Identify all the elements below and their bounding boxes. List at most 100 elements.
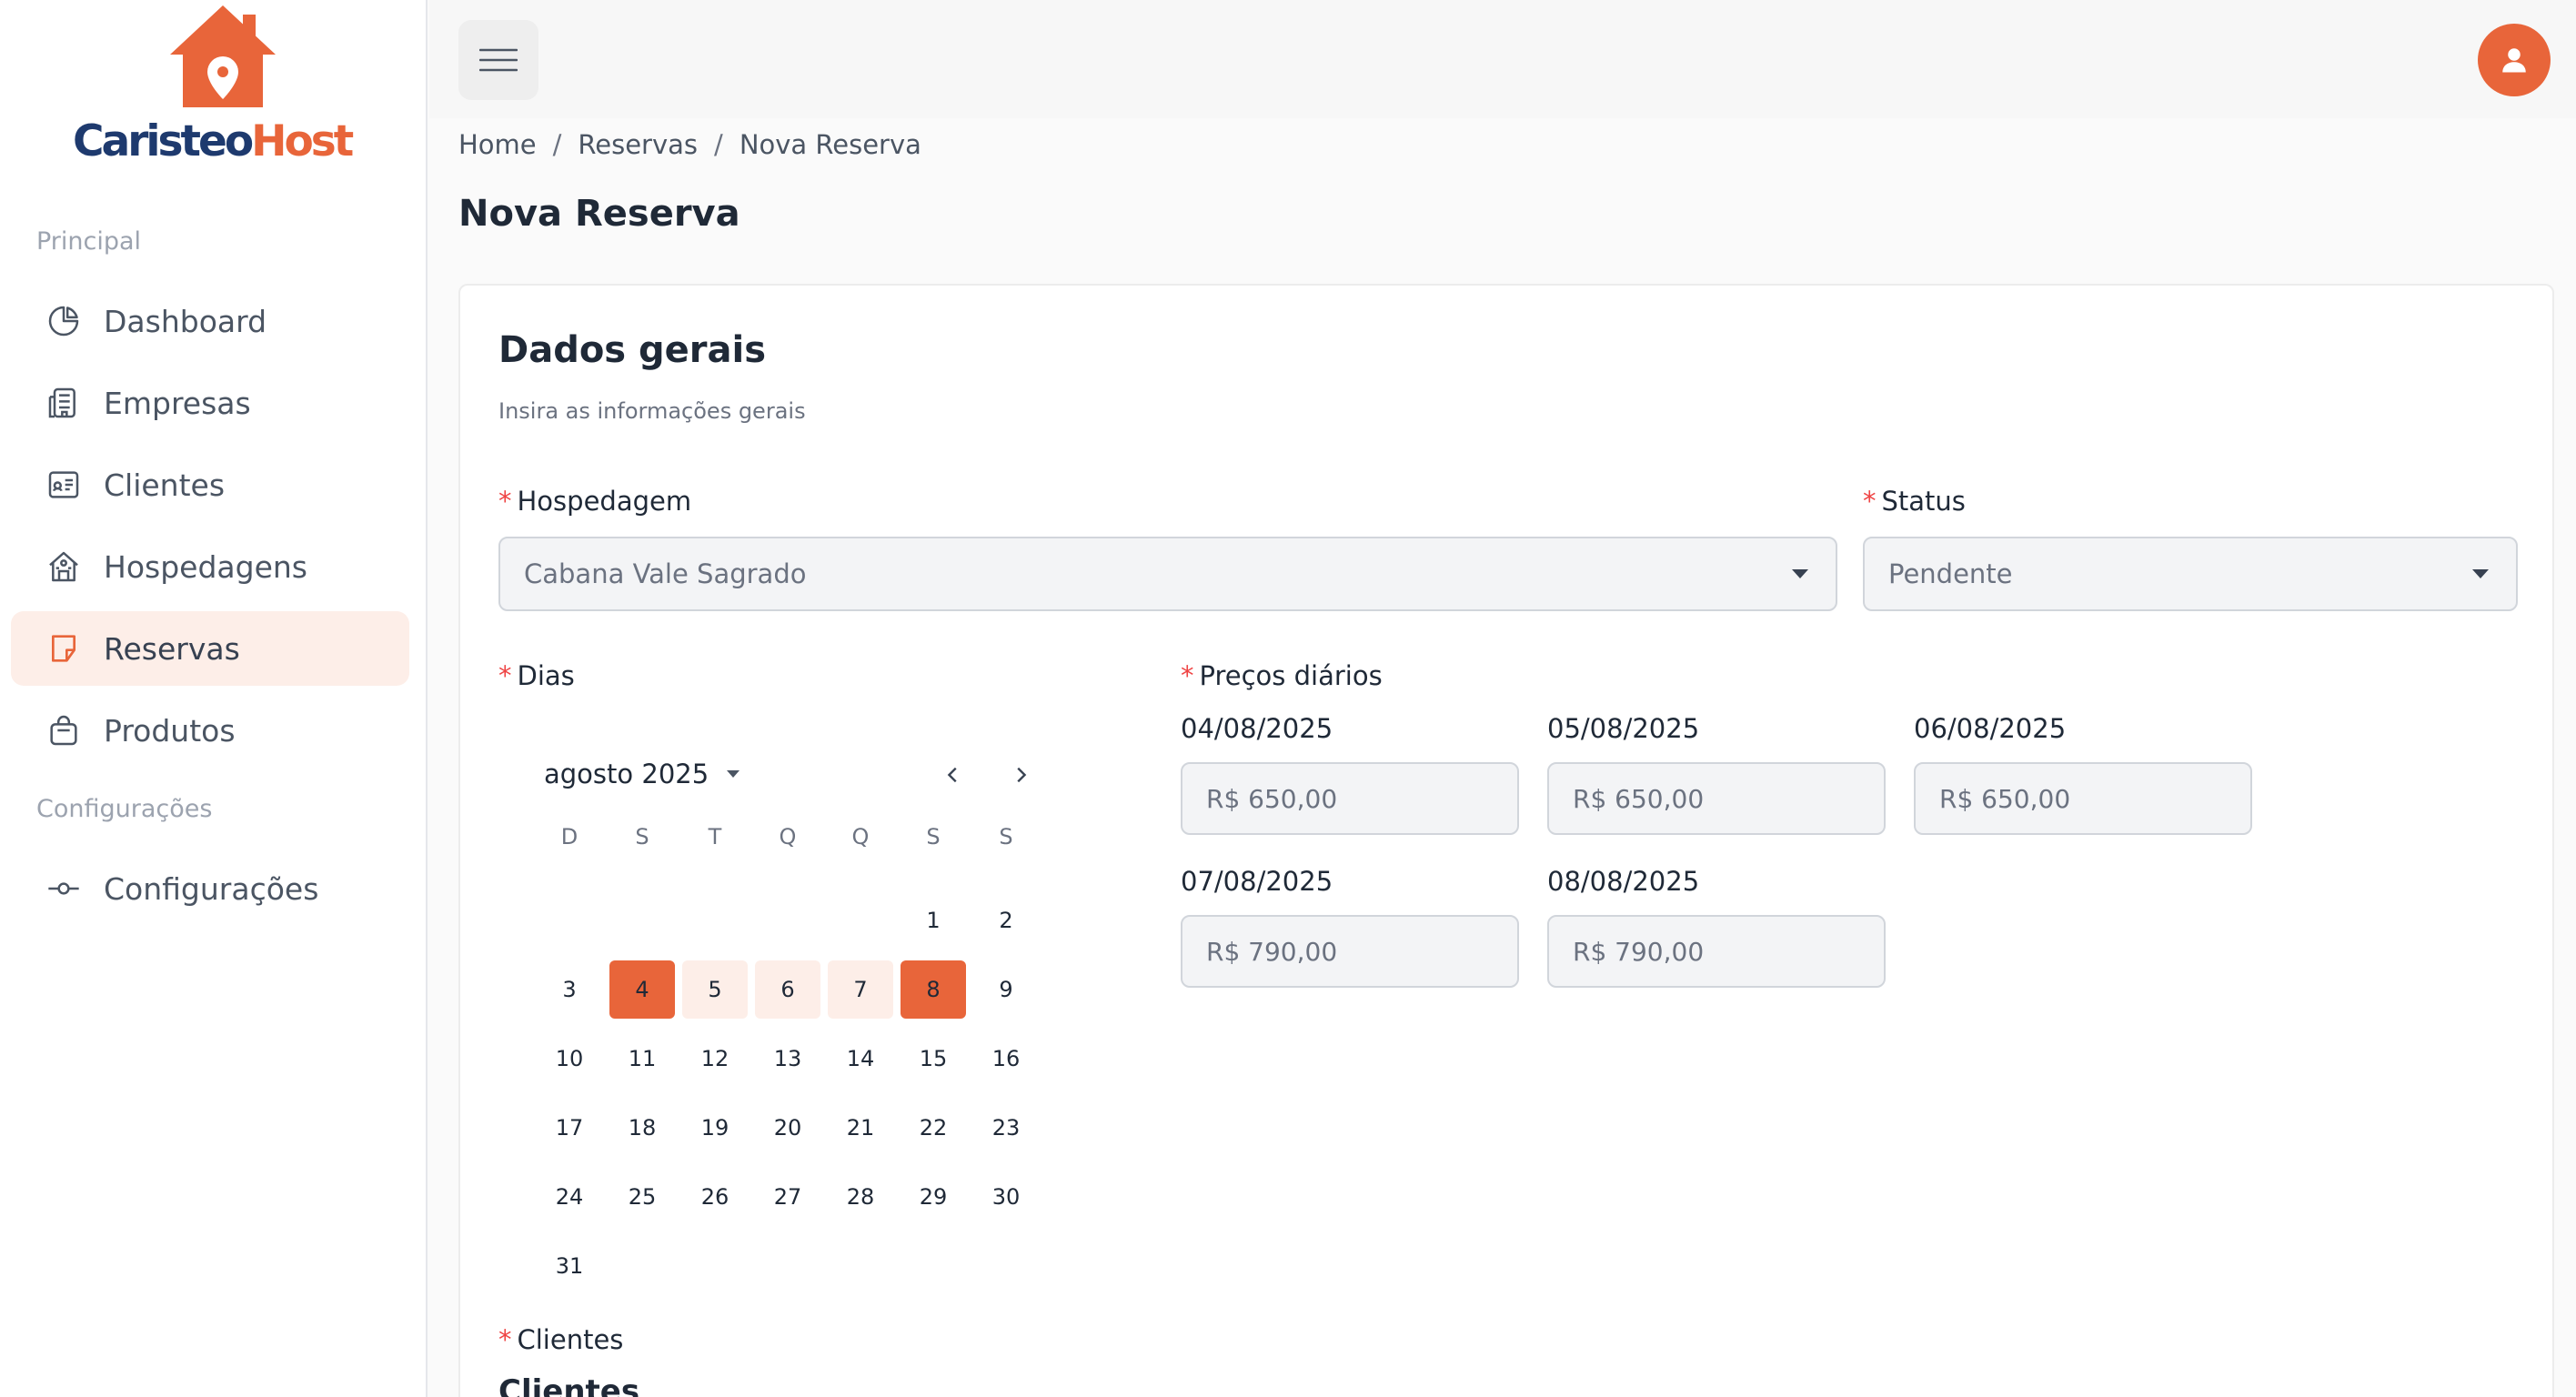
calendar-day[interactable]: 23 bbox=[973, 1099, 1039, 1157]
calendar-day[interactable]: 9 bbox=[973, 960, 1039, 1019]
user-avatar[interactable] bbox=[2478, 24, 2551, 96]
calendar-day[interactable]: 8 bbox=[901, 960, 966, 1019]
calendar-day[interactable]: 19 bbox=[682, 1099, 748, 1157]
caret-down-icon bbox=[727, 770, 740, 778]
card-title: Dados gerais bbox=[498, 329, 767, 371]
required-marker: * bbox=[498, 660, 512, 691]
precos-label: * Preços diários bbox=[1181, 660, 1383, 691]
calendar-weekday: S bbox=[926, 824, 941, 849]
app-root: CaristeoHost Principal Dashboard Empresa… bbox=[0, 0, 2576, 1397]
calendar-weekday: Q bbox=[779, 824, 797, 849]
calendar-day[interactable]: 25 bbox=[609, 1168, 675, 1226]
general-data-card: Dados gerais Insira as informações gerai… bbox=[458, 284, 2554, 1397]
id-card-icon bbox=[48, 471, 79, 498]
dias-label: * Dias bbox=[498, 660, 575, 691]
sidebar-item-label: Clientes bbox=[104, 467, 226, 503]
calendar-day[interactable]: 18 bbox=[609, 1099, 675, 1157]
chevron-left-icon bbox=[947, 767, 957, 783]
brand-logo[interactable]: CaristeoHost bbox=[73, 0, 354, 168]
calendar-day[interactable]: 13 bbox=[755, 1030, 820, 1088]
calendar-prev-button[interactable] bbox=[935, 757, 971, 793]
price-date-2: 05/08/2025 bbox=[1547, 713, 1700, 744]
bag-icon bbox=[50, 715, 77, 746]
calendar-weekday: S bbox=[999, 824, 1013, 849]
calendar-day[interactable]: 17 bbox=[537, 1099, 602, 1157]
chevron-down-icon bbox=[1792, 569, 1808, 578]
calendar-weekday: Q bbox=[851, 824, 870, 849]
price-input-4[interactable]: R$ 790,00 bbox=[1181, 915, 1519, 988]
calendar-next-button[interactable] bbox=[1002, 757, 1039, 793]
topbar bbox=[429, 0, 2576, 118]
chevron-right-icon bbox=[1017, 767, 1027, 783]
calendar-day[interactable]: 30 bbox=[973, 1168, 1039, 1226]
breadcrumb: Home / Reservas / Nova Reserva bbox=[458, 129, 921, 160]
status-label: * Status bbox=[1863, 486, 1966, 517]
calendar-day[interactable]: 3 bbox=[537, 960, 602, 1019]
clientes-section-title: Clientes bbox=[498, 1373, 640, 1397]
status-select[interactable]: Pendente bbox=[1863, 537, 2518, 611]
clientes-label: * Clientes bbox=[498, 1324, 624, 1355]
calendar-day[interactable]: 11 bbox=[609, 1030, 675, 1088]
calendar-day[interactable]: 5 bbox=[682, 960, 748, 1019]
price-date-1: 04/08/2025 bbox=[1181, 713, 1333, 744]
price-input-5[interactable]: R$ 790,00 bbox=[1547, 915, 1886, 988]
price-input-1[interactable]: R$ 650,00 bbox=[1181, 762, 1519, 835]
sidebar-item-reservas[interactable]: Reservas bbox=[11, 611, 409, 686]
page-title: Nova Reserva bbox=[458, 193, 740, 235]
calendar-day[interactable]: 27 bbox=[755, 1168, 820, 1226]
breadcrumb-home[interactable]: Home bbox=[458, 129, 537, 160]
calendar-day[interactable]: 7 bbox=[828, 960, 893, 1019]
sidebar-item-configuracoes[interactable]: Configurações bbox=[11, 851, 409, 926]
calendar-day[interactable]: 12 bbox=[682, 1030, 748, 1088]
calendar-day[interactable]: 15 bbox=[901, 1030, 966, 1088]
required-marker: * bbox=[498, 486, 512, 517]
sidebar-item-label: Configurações bbox=[104, 870, 319, 907]
booking-icon bbox=[52, 635, 75, 662]
price-date-3: 06/08/2025 bbox=[1914, 713, 2067, 744]
sidebar: CaristeoHost Principal Dashboard Empresa… bbox=[0, 0, 428, 1397]
calendar-day[interactable]: 21 bbox=[828, 1099, 893, 1157]
calendar-day[interactable]: 4 bbox=[609, 960, 675, 1019]
calendar-weekday: T bbox=[708, 824, 722, 849]
calendar-day[interactable]: 24 bbox=[537, 1168, 602, 1226]
calendar-day[interactable]: 10 bbox=[537, 1030, 602, 1088]
calendar-day[interactable]: 29 bbox=[901, 1168, 966, 1226]
price-date-4: 07/08/2025 bbox=[1181, 866, 1333, 897]
hospedagem-select-value: Cabana Vale Sagrado bbox=[524, 558, 807, 589]
breadcrumb-reservas[interactable]: Reservas bbox=[578, 129, 698, 160]
sidebar-item-empresas[interactable]: Empresas bbox=[11, 366, 409, 440]
sidebar-item-clientes[interactable]: Clientes bbox=[11, 447, 409, 522]
calendar-day[interactable]: 31 bbox=[537, 1237, 602, 1295]
building-icon bbox=[48, 387, 75, 418]
status-select-value: Pendente bbox=[1888, 558, 2013, 589]
breadcrumb-separator: / bbox=[552, 129, 562, 160]
sidebar-item-label: Hospedagens bbox=[104, 548, 307, 585]
hospedagem-label: * Hospedagem bbox=[498, 486, 692, 517]
calendar-weekday: S bbox=[635, 824, 649, 849]
sidebar-item-label: Reservas bbox=[104, 630, 240, 667]
calendar-day[interactable]: 22 bbox=[901, 1099, 966, 1157]
calendar-day[interactable]: 6 bbox=[755, 960, 820, 1019]
menu-toggle-button[interactable] bbox=[458, 20, 538, 100]
calendar-day[interactable]: 26 bbox=[682, 1168, 748, 1226]
calendar-day[interactable]: 2 bbox=[973, 891, 1039, 950]
required-marker: * bbox=[1181, 660, 1194, 691]
calendar-day[interactable]: 16 bbox=[973, 1030, 1039, 1088]
price-input-2[interactable]: R$ 650,00 bbox=[1547, 762, 1886, 835]
sidebar-item-produtos[interactable]: Produtos bbox=[11, 693, 409, 768]
price-input-3[interactable]: R$ 650,00 bbox=[1914, 762, 2252, 835]
calendar-day[interactable]: 14 bbox=[828, 1030, 893, 1088]
card-subtitle: Insira as informações gerais bbox=[498, 398, 806, 424]
calendar-month-picker[interactable]: agosto 2025 bbox=[544, 759, 740, 789]
calendar-day[interactable]: 28 bbox=[828, 1168, 893, 1226]
calendar-day[interactable]: 20 bbox=[755, 1099, 820, 1157]
sidebar-item-dashboard[interactable]: Dashboard bbox=[11, 284, 409, 358]
calendar-day[interactable]: 1 bbox=[901, 891, 966, 950]
chevron-down-icon bbox=[2472, 569, 2489, 578]
breadcrumb-current: Nova Reserva bbox=[739, 129, 921, 160]
sidebar-item-hospedagens[interactable]: Hospedagens bbox=[11, 529, 409, 604]
hamburger-icon bbox=[479, 48, 518, 72]
price-date-5: 08/08/2025 bbox=[1547, 866, 1700, 897]
hospedagem-select[interactable]: Cabana Vale Sagrado bbox=[498, 537, 1837, 611]
house-icon bbox=[49, 551, 78, 582]
